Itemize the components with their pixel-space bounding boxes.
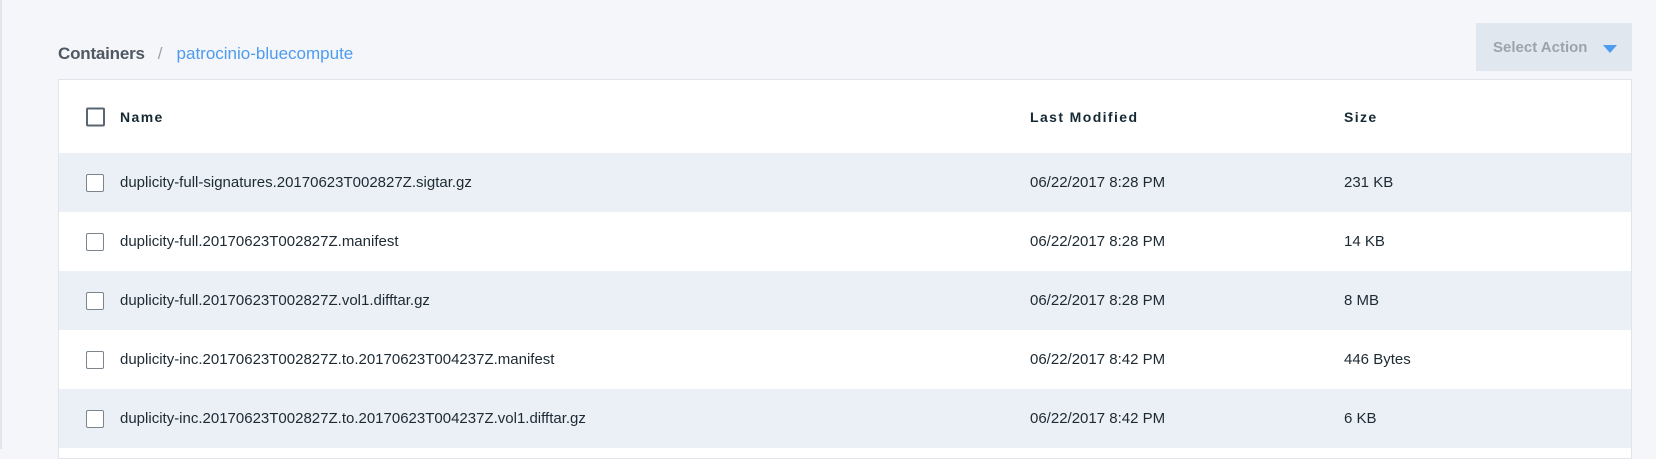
object-last-modified: 06/22/2017 8:42 PM: [1030, 351, 1166, 368]
breadcrumb-containers[interactable]: Containers: [58, 44, 145, 64]
row-checkbox[interactable]: [86, 291, 104, 310]
object-last-modified: 06/22/2017 8:42 PM: [1030, 410, 1166, 427]
object-name[interactable]: duplicity-inc.20170623T002827Z.to.201706…: [120, 330, 554, 389]
breadcrumb-separator: /: [157, 44, 163, 63]
breadcrumb-current-container[interactable]: patrocinio-bluecompute: [177, 44, 354, 64]
object-size: 14 KB: [1344, 233, 1385, 250]
object-last-modified: 06/22/2017 8:28 PM: [1030, 233, 1166, 250]
object-last-modified: 06/22/2017 8:28 PM: [1030, 292, 1166, 309]
table-row[interactable]: duplicity-full-signatures.20170623T00282…: [59, 153, 1631, 212]
table-row[interactable]: duplicity-inc.20170623T002827Z.to.201706…: [59, 330, 1631, 389]
row-checkbox[interactable]: [86, 409, 104, 428]
table-row[interactable]: duplicity-full.20170623T002827Z.vol1.dif…: [59, 271, 1631, 330]
object-size: 8 MB: [1344, 292, 1380, 309]
column-header-name[interactable]: Name: [120, 80, 164, 153]
table-row[interactable]: duplicity-inc.20170623T002827Z.to.201706…: [59, 389, 1631, 448]
row-checkbox[interactable]: [86, 350, 104, 369]
column-header-last-modified[interactable]: Last Modified: [1030, 80, 1138, 153]
breadcrumb: Containers / patrocinio-bluecompute: [58, 42, 353, 66]
select-action-label: Select Action: [1493, 38, 1588, 56]
row-checkbox[interactable]: [86, 173, 104, 192]
object-size: 231 KB: [1344, 174, 1394, 191]
object-size: 6 KB: [1344, 410, 1377, 427]
object-name[interactable]: duplicity-full.20170623T002827Z.vol1.dif…: [120, 271, 430, 330]
row-checkbox[interactable]: [86, 232, 104, 251]
object-name[interactable]: duplicity-inc.20170623T002827Z.to.201706…: [120, 389, 586, 448]
select-all-checkbox[interactable]: [86, 107, 105, 126]
table-row[interactable]: duplicity-full.20170623T002827Z.manifest…: [59, 212, 1631, 271]
select-action-dropdown[interactable]: Select Action: [1476, 23, 1632, 71]
table-header-row: Name Last Modified Size: [59, 80, 1631, 153]
object-last-modified: 06/22/2017 8:28 PM: [1030, 174, 1166, 191]
object-size: 446 Bytes: [1344, 351, 1411, 368]
object-name[interactable]: duplicity-full-signatures.20170623T00282…: [120, 153, 472, 212]
left-divider: [0, 0, 2, 449]
chevron-down-icon: [1603, 45, 1617, 53]
object-name[interactable]: duplicity-full.20170623T002827Z.manifest: [120, 212, 399, 271]
objects-table: Name Last Modified Size duplicity-full-s…: [58, 79, 1632, 459]
column-header-size[interactable]: Size: [1344, 80, 1378, 153]
